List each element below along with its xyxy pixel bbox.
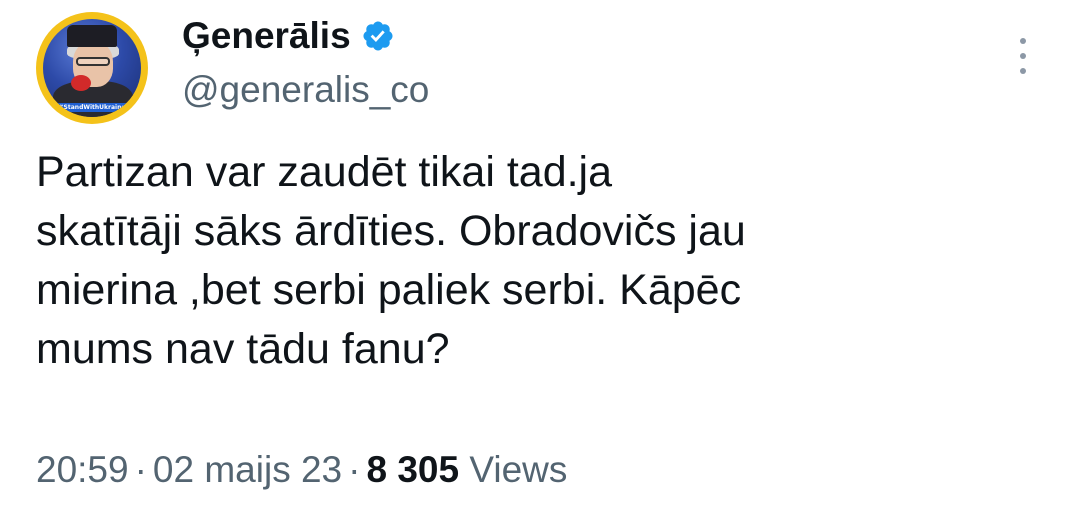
tweet-time[interactable]: 20:59 bbox=[36, 449, 129, 490]
views-count[interactable]: 8 305 bbox=[366, 449, 459, 490]
more-options-button[interactable] bbox=[1012, 36, 1034, 76]
avatar-image: #StandWithUkraine bbox=[43, 19, 141, 117]
avatar[interactable]: #StandWithUkraine bbox=[36, 12, 148, 124]
tweet-date[interactable]: 02 maijs 23 bbox=[153, 449, 342, 490]
tweet-meta: 20:59 · 02 maijs 23 · 8 305 Views bbox=[36, 448, 567, 492]
views-label[interactable]: Views bbox=[469, 449, 567, 490]
separator: · bbox=[348, 449, 361, 490]
author-display-name[interactable]: Ģenerālis bbox=[182, 14, 351, 58]
tweet-card: #StandWithUkraine Ģenerālis @generalis_c… bbox=[0, 0, 1080, 514]
avatar-badge-text: #StandWithUkraine bbox=[55, 103, 129, 112]
more-vertical-icon bbox=[1020, 38, 1026, 44]
author-handle[interactable]: @generalis_co bbox=[182, 68, 429, 112]
verified-badge-icon bbox=[363, 21, 393, 51]
tweet-text: Partizan var zaudēt tikai tad.ja skatītā… bbox=[36, 148, 746, 373]
separator: · bbox=[134, 449, 147, 490]
author-name-row: Ģenerālis bbox=[182, 14, 395, 58]
